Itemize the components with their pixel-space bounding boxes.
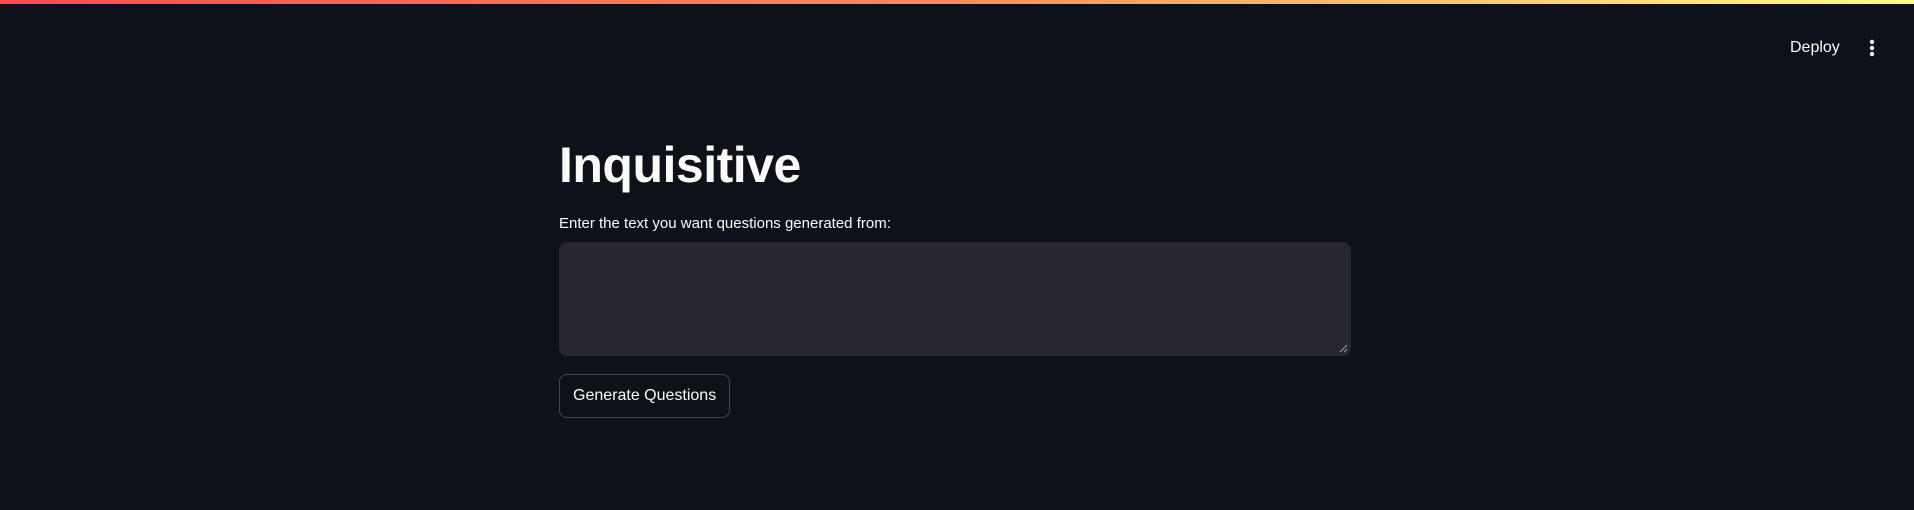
text-input-area[interactable] <box>559 242 1351 356</box>
deploy-button[interactable]: Deploy <box>1778 30 1852 66</box>
generate-questions-button[interactable]: Generate Questions <box>559 374 731 418</box>
main-content: Inquisitive Enter the text you want ques… <box>559 130 1351 418</box>
resize-handle-icon[interactable] <box>1338 343 1348 353</box>
page-title: Inquisitive <box>559 137 801 193</box>
app-header: Deploy <box>0 4 1914 84</box>
main-menu-button[interactable] <box>1854 30 1890 66</box>
text-input-container <box>559 242 1351 356</box>
vertical-ellipsis-icon <box>1869 39 1875 57</box>
text-input-label: Enter the text you want questions genera… <box>559 215 891 232</box>
